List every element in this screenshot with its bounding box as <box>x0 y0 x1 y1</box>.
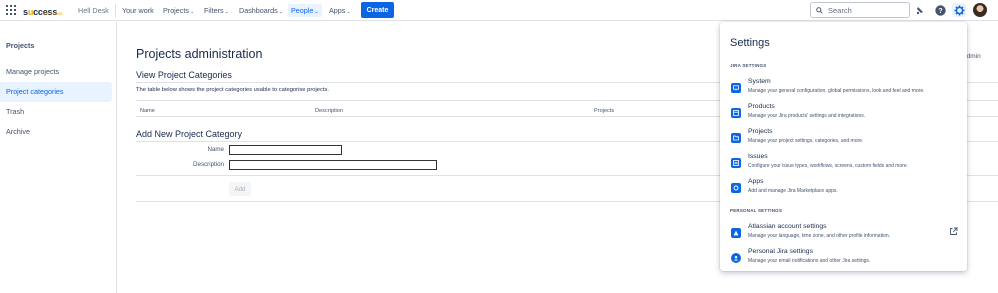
settings-item-title: Personal Jira settings <box>748 248 813 255</box>
settings-item-title: Issues <box>748 153 768 160</box>
sidebar-item-trash[interactable]: Trash <box>0 102 112 122</box>
jira-settings-section: JIRA SETTINGS <box>730 63 767 68</box>
settings-icon[interactable] <box>952 3 966 17</box>
chevron-down-icon: ⌄ <box>278 9 283 15</box>
settings-item-title: Apps <box>748 178 764 185</box>
settings-item-products[interactable]: Products Manage your Jira products' sett… <box>720 103 967 127</box>
settings-item-personal-jira[interactable]: Personal Jira settings Manage your email… <box>720 248 967 272</box>
logo-subtext: SOFTWARE <box>43 12 63 16</box>
logo[interactable]: success SOFTWARE <box>23 2 63 18</box>
settings-item-description: Add and manage Jira Marketplace apps. <box>748 188 838 194</box>
settings-item-title: System <box>748 78 771 85</box>
products-icon <box>731 108 741 118</box>
svg-text:?: ? <box>938 8 942 15</box>
column-header-name: Name <box>140 108 155 114</box>
settings-item-description: Manage your language, time zone, and oth… <box>748 233 891 239</box>
search-icon <box>816 6 823 14</box>
chevron-down-icon: ⌄ <box>224 9 229 15</box>
nav-apps[interactable]: Apps⌄ <box>327 4 353 17</box>
name-input[interactable] <box>229 145 342 155</box>
settings-item-projects[interactable]: Projects Manage your project settings, c… <box>720 128 967 152</box>
notifications-icon[interactable] <box>913 3 927 17</box>
settings-item-atlassian-account[interactable]: Atlassian account settings Manage your l… <box>720 223 967 247</box>
sidebar: Projects Manage projects Project categor… <box>0 22 117 293</box>
issues-icon <box>731 158 741 168</box>
personal-settings-section: PERSONAL SETTINGS <box>730 208 783 213</box>
settings-item-title: Atlassian account settings <box>748 223 827 230</box>
personal-settings-icon <box>731 253 741 263</box>
search-placeholder: Search <box>828 5 852 15</box>
nav-dashboards[interactable]: Dashboards⌄ <box>237 4 285 17</box>
nav-people[interactable]: People⌄ <box>288 4 322 17</box>
settings-item-description: Manage your project settings, categories… <box>748 138 864 144</box>
settings-dropdown: Settings JIRA SETTINGS System Manage you… <box>720 22 967 271</box>
atlassian-icon <box>731 228 741 238</box>
sidebar-title: Projects <box>6 41 35 50</box>
sidebar-item-manage-projects[interactable]: Manage projects <box>0 62 112 82</box>
settings-item-description: Manage your email notifications and othe… <box>748 258 871 264</box>
page-title: Projects administration <box>136 47 263 61</box>
app-switcher-icon[interactable] <box>6 5 16 15</box>
sidebar-item-project-categories[interactable]: Project categories <box>0 82 112 102</box>
settings-item-title: Products <box>748 103 775 110</box>
column-header-projects: Projects <box>594 108 615 114</box>
help-icon[interactable]: ? <box>933 3 947 17</box>
external-link-icon <box>950 227 958 235</box>
chevron-down-icon: ⌄ <box>314 9 319 15</box>
settings-item-description: Configure your issue types, workflows, s… <box>748 163 909 169</box>
avatar[interactable] <box>973 3 987 17</box>
projects-icon <box>731 133 741 143</box>
chevron-down-icon: ⌄ <box>189 9 195 15</box>
view-categories-description: The table below shows the project catego… <box>136 87 330 93</box>
description-label: Description <box>193 161 224 168</box>
sidebar-item-archive[interactable]: Archive <box>0 122 112 142</box>
add-category-heading: Add New Project Category <box>136 129 243 139</box>
nav-divider <box>115 4 116 17</box>
name-label: Name <box>207 146 224 153</box>
nav-filters[interactable]: Filters⌄ <box>202 4 231 17</box>
chevron-down-icon: ⌄ <box>346 9 351 15</box>
settings-title: Settings <box>730 37 770 49</box>
add-button[interactable]: Add <box>229 182 251 196</box>
site-name[interactable]: Hell Desk <box>76 4 111 17</box>
settings-item-system[interactable]: System Manage your general configuration… <box>720 78 967 102</box>
top-navigation-bar: success SOFTWARE Hell Desk Your work Pro… <box>0 0 998 21</box>
nav-projects[interactable]: Projects⌄ <box>161 4 196 17</box>
settings-item-issues[interactable]: Issues Configure your issue types, workf… <box>720 153 967 177</box>
apps-icon <box>731 183 741 193</box>
column-header-description: Description <box>315 108 343 114</box>
nav-your-work[interactable]: Your work <box>120 4 156 17</box>
create-button[interactable]: Create <box>361 2 394 18</box>
search-input[interactable]: Search <box>810 2 910 18</box>
description-input[interactable] <box>229 160 437 170</box>
settings-item-description: Manage your Jira products' settings and … <box>748 113 866 119</box>
settings-item-title: Projects <box>748 128 773 135</box>
settings-item-apps[interactable]: Apps Add and manage Jira Marketplace app… <box>720 178 967 202</box>
system-icon <box>731 83 741 93</box>
settings-item-description: Manage your general configuration, globa… <box>748 88 925 94</box>
view-categories-heading: View Project Categories <box>136 70 232 80</box>
